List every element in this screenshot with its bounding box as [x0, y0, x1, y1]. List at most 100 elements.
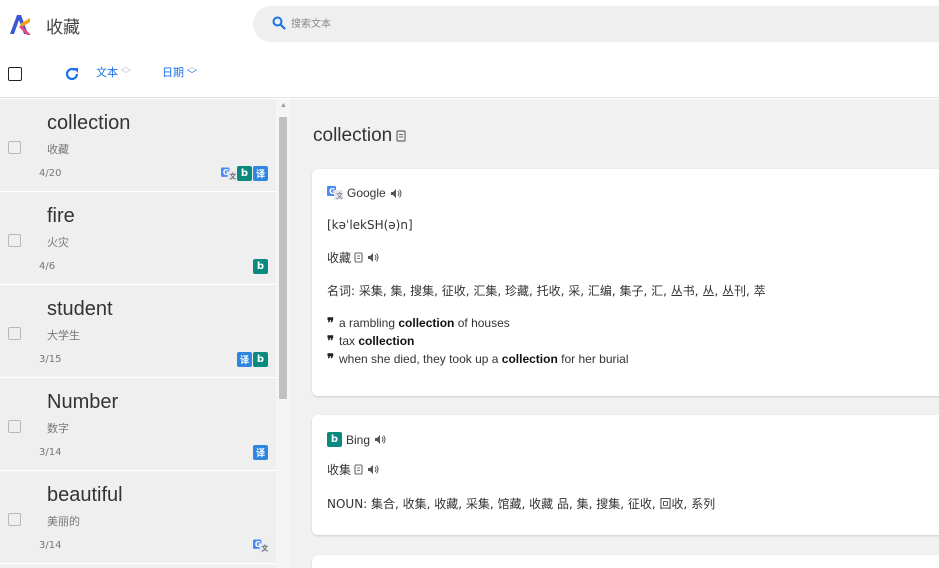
- youdao-icon: 译: [253, 166, 268, 181]
- item-count: 4/20: [39, 168, 62, 179]
- quote-icon: ❞: [327, 315, 334, 330]
- scrollbar-thumb[interactable]: [279, 117, 287, 399]
- sort-by-date-button[interactable]: 日期 ︿ ﹀: [162, 62, 197, 81]
- svg-text:文: 文: [261, 543, 268, 552]
- sort-by-text-button[interactable]: 文本 ︿ ﹀: [96, 62, 131, 81]
- example-keyword: collection: [398, 316, 455, 330]
- google-examples: ❞ a rambling collection of houses ❞ tax col…: [327, 314, 629, 368]
- item-word: Number: [47, 391, 119, 413]
- list-item[interactable]: beautiful 美丽的 3/14 G 文: [0, 471, 276, 564]
- speaker-icon[interactable]: [374, 434, 386, 445]
- bing-icon: b: [237, 166, 252, 181]
- item-translation: 美丽的: [47, 515, 80, 528]
- example-sentence: ❞ when she died, they took up a collectio…: [327, 350, 629, 368]
- item-checkbox[interactable]: [8, 513, 21, 526]
- example-after: for her burial: [557, 352, 629, 366]
- bing-translation-row: 收集: [327, 461, 379, 478]
- svg-text:文: 文: [229, 171, 236, 180]
- search-icon: [272, 16, 286, 30]
- example-sentence: ❞ a rambling collection of houses: [327, 314, 629, 332]
- next-card: [312, 555, 939, 568]
- bing-icon: b: [327, 432, 342, 447]
- bing-card: b Bing 收集 NOUN: 集合, 收集, 收藏, 采集, 馆藏, 收藏 品…: [312, 415, 939, 535]
- google-translation: 收藏: [327, 251, 352, 265]
- speaker-icon[interactable]: [367, 252, 379, 263]
- google-translate-icon: G文: [253, 538, 268, 553]
- copy-icon[interactable]: [354, 252, 364, 263]
- quote-icon: ❞: [327, 333, 334, 348]
- bing-icon: b: [253, 259, 268, 274]
- app-logo-icon: [8, 12, 32, 36]
- google-definitions: 名词: 采集, 集, 搜集, 征收, 汇集, 珍藏, 托收, 采, 汇编, 集子…: [327, 284, 766, 298]
- item-checkbox[interactable]: [8, 234, 21, 247]
- select-all-checkbox[interactable]: [8, 67, 22, 81]
- item-translation: 大学生: [47, 329, 80, 342]
- list-item[interactable]: collection 收藏 4/20 G 文 b 译: [0, 99, 276, 192]
- youdao-icon: 译: [237, 352, 252, 367]
- example-sentence: ❞ tax collection: [327, 332, 629, 350]
- item-word: student: [47, 298, 113, 320]
- item-word: beautiful: [47, 484, 123, 506]
- sort-date-label: 日期: [162, 66, 184, 79]
- google-source-name: Google: [347, 186, 386, 200]
- sort-text-label: 文本: [96, 66, 118, 79]
- phonetic: [kəˈlekSH(ə)n]: [327, 218, 413, 232]
- example-keyword: collection: [501, 352, 558, 366]
- detail-title: collection: [313, 125, 407, 147]
- speaker-icon[interactable]: [390, 188, 402, 199]
- page-title: 收藏: [46, 18, 80, 38]
- bing-icon: b: [253, 352, 268, 367]
- svg-text:文: 文: [336, 191, 343, 200]
- item-checkbox[interactable]: [8, 327, 21, 340]
- source-badges: 译b: [237, 352, 268, 367]
- speaker-icon[interactable]: [367, 464, 379, 475]
- bing-source-row: b Bing: [327, 432, 386, 447]
- detail-word: collection: [313, 125, 393, 146]
- google-translation-row: 收藏: [327, 249, 379, 266]
- copy-icon[interactable]: [354, 464, 364, 475]
- item-translation: 收藏: [47, 143, 69, 156]
- item-count: 4/6: [39, 261, 56, 272]
- search-input[interactable]: [291, 6, 891, 42]
- source-badges: b: [253, 259, 268, 274]
- item-count: 3/14: [39, 447, 62, 458]
- google-source-row: G 文 Google: [327, 186, 402, 200]
- item-translation: 数字: [47, 422, 69, 435]
- source-badges: G文b译: [221, 166, 268, 181]
- word-list: collection 收藏 4/20 G 文 b 译 fire 火灾 4/6 b student 大学生…: [0, 99, 290, 568]
- list-item[interactable]: Number 数字 3/14 译: [0, 378, 276, 471]
- refresh-icon[interactable]: [64, 66, 80, 82]
- bing-definitions: NOUN: 集合, 收集, 收藏, 采集, 馆藏, 收藏 品, 集, 搜集, 征…: [327, 497, 716, 511]
- example-before: a rambling: [339, 316, 399, 330]
- item-checkbox[interactable]: [8, 420, 21, 433]
- google-card: G 文 Google [kəˈlekSH(ə)n] 收藏 名词: 采集, 集, …: [312, 169, 939, 396]
- list-item[interactable]: student 大学生 3/15 译 b: [0, 285, 276, 378]
- list-item[interactable]: fire 火灾 4/6 b: [0, 192, 276, 285]
- item-word: collection: [47, 112, 131, 134]
- google-translate-icon: G 文: [327, 186, 343, 200]
- item-count: 3/15: [39, 354, 62, 365]
- item-word: fire: [47, 205, 75, 227]
- source-badges: G文: [253, 538, 268, 553]
- example-before: when she died, they took up a: [339, 352, 502, 366]
- youdao-icon: 译: [253, 445, 268, 460]
- bing-translation: 收集: [327, 463, 352, 477]
- search-box[interactable]: [253, 6, 939, 42]
- scroll-up-icon[interactable]: ▲: [280, 102, 287, 109]
- sort-arrows-icon: ︿ ﹀: [187, 62, 197, 81]
- list-scrollbar[interactable]: ▲: [276, 99, 290, 568]
- example-before: tax: [339, 334, 359, 348]
- copy-icon[interactable]: [396, 130, 407, 142]
- example-keyword: collection: [358, 334, 415, 348]
- sort-arrows-icon: ︿ ﹀: [121, 62, 131, 81]
- item-checkbox[interactable]: [8, 141, 21, 154]
- toolbar: 文本 ︿ ﹀ 日期 ︿ ﹀: [0, 52, 939, 98]
- bing-source-name: Bing: [346, 432, 371, 447]
- detail-panel: collection G 文 Google [kəˈlekSH(ə)n] 收藏: [290, 99, 939, 568]
- item-translation: 火灾: [47, 236, 69, 249]
- example-after: of houses: [454, 316, 510, 330]
- item-count: 3/14: [39, 540, 62, 551]
- google-translate-icon: G文: [221, 166, 236, 181]
- source-badges: 译: [253, 445, 268, 460]
- quote-icon: ❞: [327, 351, 334, 366]
